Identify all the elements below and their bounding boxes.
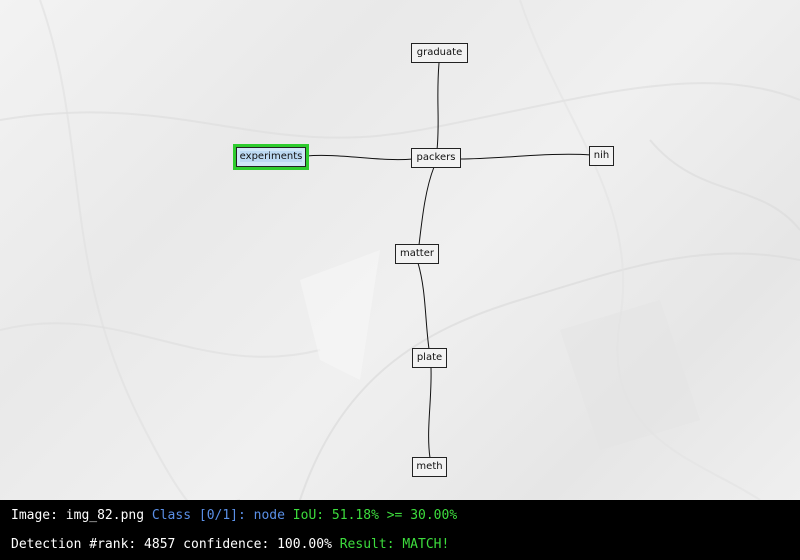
node-label: nih <box>593 150 610 161</box>
edge-plate-meth <box>428 367 432 459</box>
edge-graduate-packers <box>436 62 440 151</box>
node-label: plate <box>416 352 443 363</box>
node-matter[interactable]: matter <box>395 244 439 264</box>
edge-matter-plate <box>417 262 430 350</box>
graph-canvas[interactable]: graduate experiments packers nih matter … <box>0 0 800 500</box>
result-text: Result: MATCH! <box>339 537 450 552</box>
image-label: Image: <box>11 508 58 523</box>
edge-packers-matter <box>418 166 435 246</box>
node-meth[interactable]: meth <box>412 457 447 477</box>
node-packers[interactable]: packers <box>411 148 461 168</box>
class-label: Class [0/1]: <box>151 508 246 523</box>
node-plate[interactable]: plate <box>412 348 447 368</box>
detection-status-bar: Image: img_82.png Class [0/1]: node IoU:… <box>0 500 800 560</box>
node-graduate[interactable]: graduate <box>411 43 468 63</box>
node-label: meth <box>416 461 443 472</box>
node-label: matter <box>400 248 434 259</box>
status-line-image: Image: img_82.png Class [0/1]: node IoU:… <box>11 508 457 523</box>
class-name: node <box>253 508 285 523</box>
node-label: graduate <box>416 47 463 58</box>
iou-text: IoU: 51.18% >= 30.00% <box>292 508 458 523</box>
detection-text: Detection #rank: 4857 confidence: 100.00… <box>11 537 332 552</box>
image-name: img_82.png <box>65 508 145 523</box>
node-experiments[interactable]: experiments <box>233 144 309 170</box>
node-label: experiments <box>239 151 303 162</box>
node-nih[interactable]: nih <box>589 146 614 166</box>
edge-packers-nih <box>459 153 592 160</box>
node-label: packers <box>416 152 456 163</box>
edge-experiments-packers <box>305 154 414 161</box>
status-line-detection: Detection #rank: 4857 confidence: 100.00… <box>11 537 449 552</box>
